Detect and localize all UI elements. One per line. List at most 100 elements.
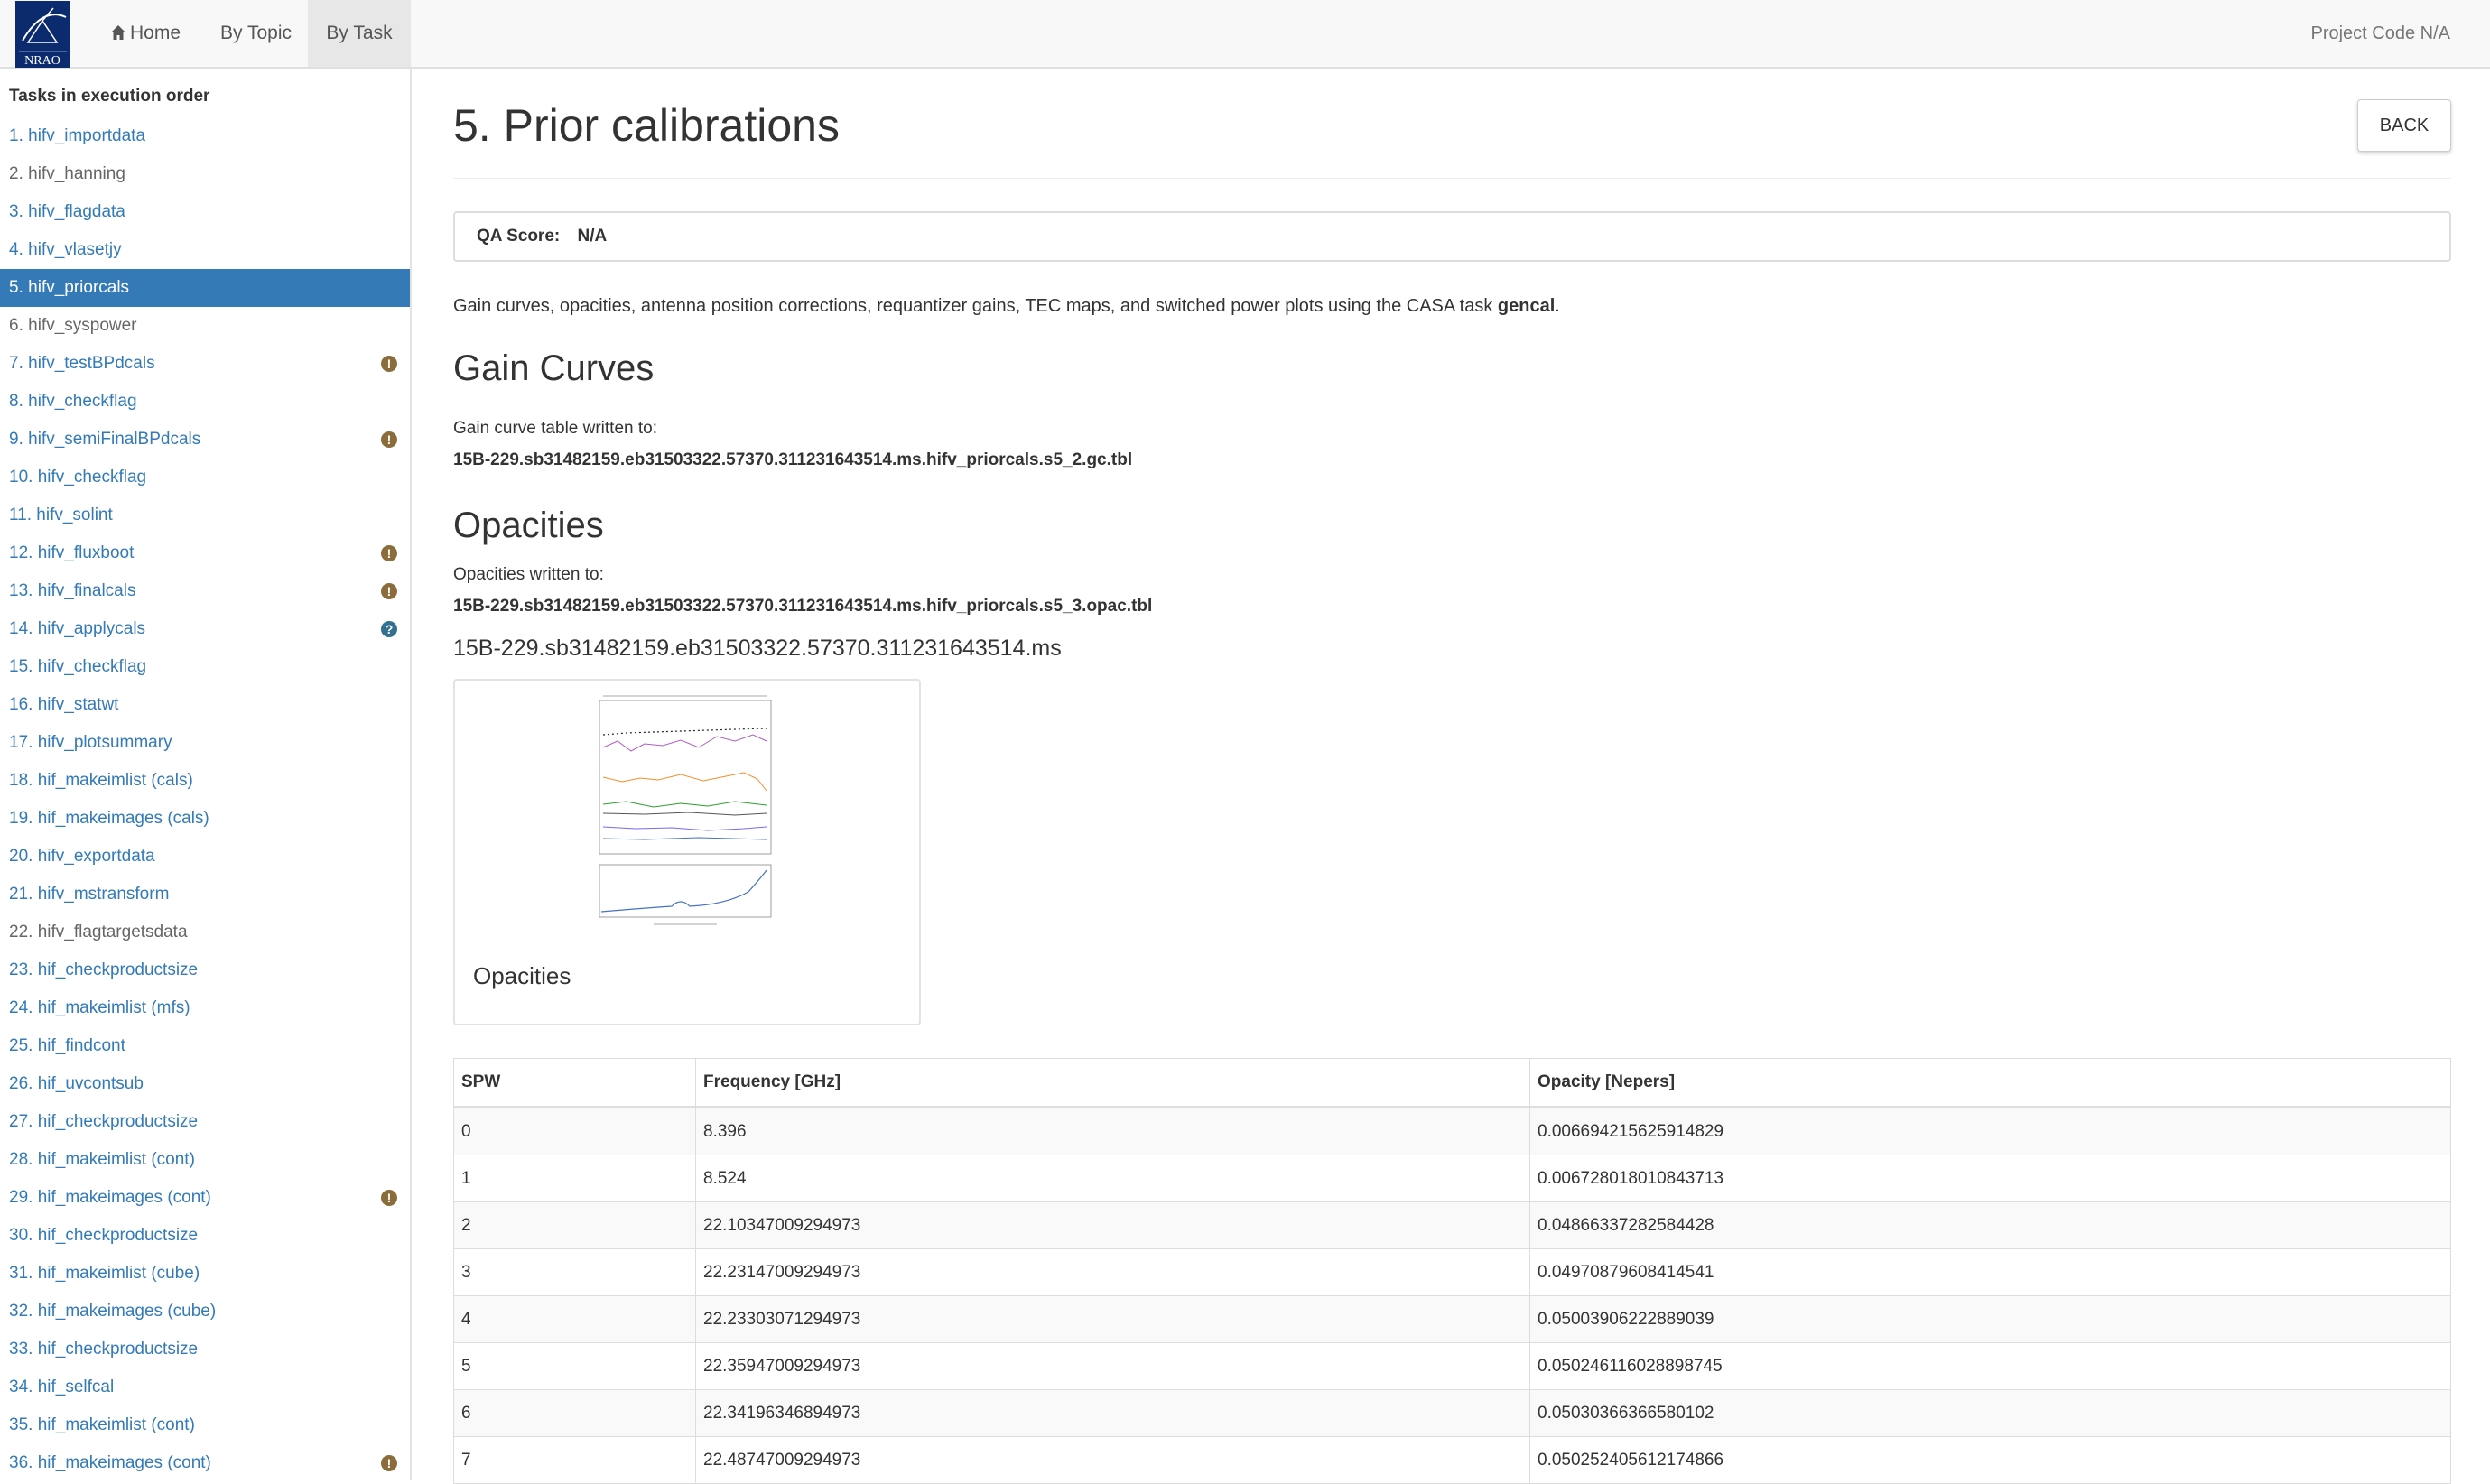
- table-row: 6 22.34196346894973 0.05030366366580102: [453, 1389, 2451, 1437]
- cell-frequency: 22.34196346894973: [695, 1389, 1530, 1437]
- sidebar-task-item[interactable]: 23. hif_checkproductsize: [0, 951, 410, 989]
- warning-icon: !: [381, 583, 397, 599]
- sidebar-task-label: 24. hif_makeimlist (mfs): [9, 998, 190, 1017]
- cell-spw: 5: [453, 1342, 696, 1390]
- cell-frequency: 22.23147009294973: [695, 1248, 1530, 1296]
- sidebar-task-label: 19. hif_makeimages (cals): [9, 809, 209, 828]
- sidebar-task-item[interactable]: 36. hif_makeimages (cont)!: [0, 1444, 410, 1480]
- cell-opacity: 0.050252405612174866: [1529, 1436, 2451, 1484]
- nrao-logo-graphic: NRAO: [15, 1, 70, 68]
- sidebar-task-item[interactable]: 35. hif_makeimlist (cont): [0, 1406, 410, 1444]
- sidebar-task-item[interactable]: 34. hif_selfcal: [0, 1368, 410, 1406]
- sidebar-task-label: 15. hifv_checkflag: [9, 657, 147, 676]
- sidebar-task-item[interactable]: 31. hif_makeimlist (cube): [0, 1255, 410, 1293]
- thumbnail-caption: Opacities: [473, 962, 571, 989]
- sidebar-task-item[interactable]: 26. hif_uvcontsub: [0, 1065, 410, 1103]
- cell-opacity: 0.006728018010843713: [1529, 1155, 2451, 1202]
- sidebar-task-item[interactable]: 6. hifv_syspower: [0, 307, 410, 345]
- title-divider: [453, 178, 2451, 179]
- sidebar-task-item[interactable]: 2. hifv_hanning: [0, 155, 410, 193]
- sidebar-task-label: 11. hifv_solint: [9, 505, 113, 524]
- intro-body: Gain curves, opacities, antenna position…: [453, 296, 1498, 316]
- sidebar-task-item[interactable]: 1. hifv_importdata: [0, 117, 410, 155]
- warning-icon: !: [381, 356, 397, 372]
- qa-score-value: N/A: [577, 227, 608, 246]
- intro-end: .: [1555, 296, 1560, 316]
- cell-frequency: 22.23303071294973: [695, 1295, 1530, 1343]
- gain-table-name: 15B-229.sb31482159.eb31503322.57370.3112…: [453, 450, 1133, 469]
- sidebar-task-label: 4. hifv_vlasetjy: [9, 240, 122, 259]
- header-frequency: Frequency [GHz]: [695, 1058, 1530, 1108]
- table-row: 7 22.48747009294973 0.050252405612174866: [453, 1436, 2451, 1484]
- qa-score-label: QA Score:: [477, 227, 561, 246]
- warning-icon: !: [381, 1190, 397, 1206]
- intro-task-name: gencal: [1497, 296, 1556, 316]
- sidebar-task-item[interactable]: 7. hifv_testBPdcals!: [0, 345, 410, 383]
- nav-by-topic[interactable]: By Topic: [208, 0, 304, 67]
- sidebar-task-item[interactable]: 28. hif_makeimlist (cont): [0, 1141, 410, 1179]
- qa-score-panel: QA Score: N/A: [453, 211, 2451, 262]
- nrao-logo[interactable]: NRAO: [15, 1, 70, 68]
- cell-frequency: 22.10347009294973: [695, 1201, 1530, 1249]
- sidebar-task-item[interactable]: 32. hif_makeimages (cube): [0, 1293, 410, 1331]
- sidebar-task-item[interactable]: 11. hifv_solint: [0, 496, 410, 534]
- sidebar-task-item[interactable]: 27. hif_checkproductsize: [0, 1103, 410, 1141]
- sidebar-task-label: 33. hif_checkproductsize: [9, 1340, 199, 1359]
- sidebar-task-item[interactable]: 19. hif_makeimages (cals): [0, 800, 410, 838]
- sidebar-task-item[interactable]: 9. hifv_semiFinalBPdcals!: [0, 421, 410, 459]
- sidebar-task-item[interactable]: 16. hifv_statwt: [0, 686, 410, 724]
- sidebar-task-item[interactable]: 24. hif_makeimlist (mfs): [0, 989, 410, 1027]
- sidebar-task-item[interactable]: 22. hifv_flagtargetsdata: [0, 914, 410, 951]
- sidebar-task-item[interactable]: 4. hifv_vlasetjy: [0, 231, 410, 269]
- sidebar-task-item[interactable]: 13. hifv_finalcals!: [0, 572, 410, 610]
- cell-opacity: 0.05030366366580102: [1529, 1389, 2451, 1437]
- sidebar-task-label: 20. hifv_exportdata: [9, 847, 155, 866]
- gain-curves-heading: Gain Curves: [453, 348, 655, 388]
- opacities-plot-thumbnail[interactable]: [590, 691, 776, 928]
- sidebar-task-label: 16. hifv_statwt: [9, 695, 119, 714]
- sidebar-task-item[interactable]: 21. hifv_mstransform: [0, 876, 410, 914]
- nav-home[interactable]: Home: [98, 0, 193, 67]
- opacities-thumbnail-card[interactable]: Opacities: [453, 679, 921, 1025]
- sidebar-task-item[interactable]: 3. hifv_flagdata: [0, 193, 410, 231]
- cell-spw: 2: [453, 1201, 696, 1249]
- sidebar-task-label: 7. hifv_testBPdcals: [9, 354, 155, 373]
- sidebar-header: Tasks in execution order: [9, 87, 210, 106]
- nav-home-label: Home: [130, 23, 181, 43]
- sidebar-task-label: 23. hif_checkproductsize: [9, 960, 199, 979]
- sidebar-task-item[interactable]: 10. hifv_checkflag: [0, 459, 410, 496]
- sidebar-task-item[interactable]: 18. hif_makeimlist (cals): [0, 762, 410, 800]
- header-spw: SPW: [453, 1058, 696, 1108]
- sidebar-task-item[interactable]: 30. hif_checkproductsize: [0, 1217, 410, 1255]
- cell-spw: 1: [453, 1155, 696, 1202]
- warning-icon: !: [381, 545, 397, 561]
- sidebar-task-label: 13. hifv_finalcals: [9, 581, 136, 600]
- sidebar-task-item[interactable]: 14. hifv_applycals?: [0, 610, 410, 648]
- cell-spw: 0: [453, 1107, 696, 1155]
- sidebar-task-item[interactable]: 17. hifv_plotsummary: [0, 724, 410, 762]
- nav-by-task[interactable]: By Task: [308, 0, 411, 67]
- question-icon: ?: [381, 621, 397, 637]
- sidebar-task-item[interactable]: 12. hifv_fluxboot!: [0, 534, 410, 572]
- sidebar-task-label: 21. hifv_mstransform: [9, 885, 170, 904]
- table-row: 0 8.396 0.006694215625914829: [453, 1107, 2451, 1155]
- sidebar-task-item[interactable]: 33. hif_checkproductsize: [0, 1331, 410, 1368]
- sidebar-task-item[interactable]: 15. hifv_checkflag: [0, 648, 410, 686]
- table-row: 5 22.35947009294973 0.050246116028898745: [453, 1342, 2451, 1390]
- task-sidebar: Tasks in execution order 1. hifv_importd…: [0, 69, 412, 1480]
- sidebar-task-label: 10. hifv_checkflag: [9, 468, 147, 487]
- sidebar-task-item[interactable]: 5. hifv_priorcals: [0, 269, 410, 307]
- cell-opacity: 0.006694215625914829: [1529, 1107, 2451, 1155]
- sidebar-task-item[interactable]: 20. hifv_exportdata: [0, 838, 410, 876]
- sidebar-task-item[interactable]: 29. hif_makeimages (cont)!: [0, 1179, 410, 1217]
- cell-opacity: 0.04866337282584428: [1529, 1201, 2451, 1249]
- back-button[interactable]: BACK: [2357, 99, 2451, 152]
- project-code: Project Code N/A: [2310, 23, 2450, 43]
- cell-opacity: 0.050246116028898745: [1529, 1342, 2451, 1390]
- cell-spw: 7: [453, 1436, 696, 1484]
- sidebar-task-item[interactable]: 25. hif_findcont: [0, 1027, 410, 1065]
- table-row: 3 22.23147009294973 0.04970879608414541: [453, 1248, 2451, 1296]
- sidebar-task-item[interactable]: 8. hifv_checkflag: [0, 383, 410, 421]
- top-navbar: NRAO Home By Topic By Task Project Code …: [0, 0, 2490, 69]
- sidebar-task-label: 8. hifv_checkflag: [9, 392, 137, 411]
